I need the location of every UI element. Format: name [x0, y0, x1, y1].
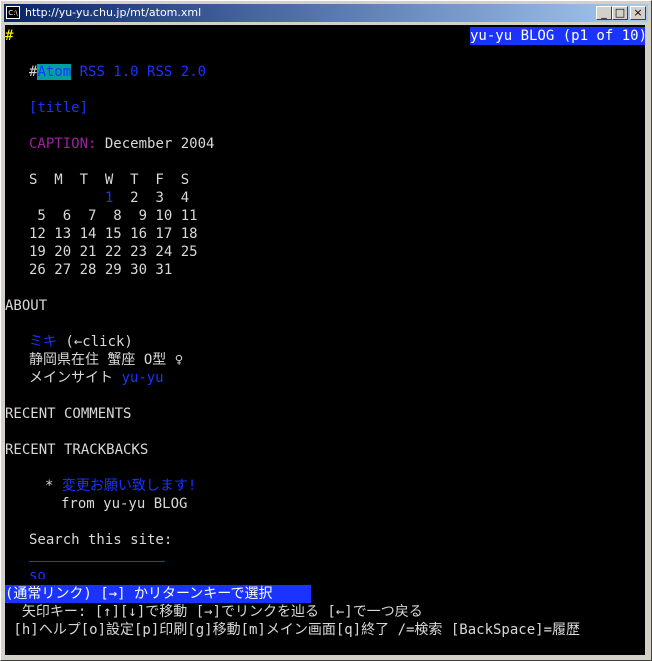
terminal-screen[interactable]: # yu-yu BLOG (p1 of 10) #Atom RSS 1.0 RS… — [5, 25, 645, 655]
search-label: Search this site: — [29, 532, 173, 548]
atom-link[interactable]: Atom — [37, 64, 72, 80]
close-button[interactable]: × — [630, 6, 646, 20]
caption-value: December 2004 — [104, 136, 215, 152]
calendar-row: 5 6 7 8 9 10 11 — [29, 208, 198, 224]
text-cursor: # — [5, 28, 14, 44]
main-site-line: メインサイト yu-yu — [29, 369, 164, 387]
title-link[interactable]: [title] — [29, 99, 88, 117]
maximize-button[interactable]: □ — [612, 6, 628, 20]
name-link[interactable]: ミキ — [29, 334, 57, 350]
search-button[interactable]: so — [29, 567, 46, 579]
caption-label: CAPTION: — [29, 136, 97, 152]
about-name-line: ミキ (←click) — [29, 333, 133, 351]
status-line: (通常リンク) [→] かリターンキーで選択 — [5, 585, 311, 603]
help-line: 矢印キー: [↑][↓]で移動 [→]でリンクを辿る [←]で一つ戻る — [5, 604, 423, 620]
main-site-link[interactable]: yu-yu — [121, 370, 163, 386]
window-title: http://yu-yu.chu.jp/mt/atom.xml — [25, 6, 202, 19]
terminal-window: C:\ http://yu-yu.chu.jp/mt/atom.xml _ □ … — [0, 0, 652, 661]
bullet: * — [45, 478, 54, 494]
calendar-row: 1 2 3 4 — [29, 189, 189, 207]
calendar-days: 2 3 4 — [113, 190, 190, 206]
about-heading: ABOUT — [5, 298, 48, 314]
search-input[interactable] — [29, 561, 165, 562]
calendar-row: 26 27 28 29 30 31 — [29, 262, 173, 278]
profile-text: 静岡県在住 蟹座 O型 ♀ — [29, 352, 184, 368]
calendar-pad — [29, 190, 105, 206]
rss2-link[interactable]: RSS 2.0 — [147, 64, 206, 80]
site-label: メインサイト — [29, 370, 122, 386]
calendar-header: S M T W T F S — [29, 172, 190, 188]
recent-comments-heading: RECENT COMMENTS — [5, 406, 132, 422]
caption-line: CAPTION: December 2004 — [29, 135, 214, 153]
help-line: [h]ヘルプ[o]設定[p]印刷[g]移動[m]メイン画面[q]終了 /=検索 … — [5, 622, 581, 638]
trackback-from: from yu-yu BLOG — [61, 496, 188, 512]
minimize-button[interactable]: _ — [596, 6, 612, 20]
name-suffix: (←click) — [57, 334, 133, 350]
calendar-row: 12 13 14 15 16 17 18 — [29, 226, 198, 242]
calendar-row: 19 20 21 22 23 24 25 — [29, 244, 198, 260]
recent-trackbacks-heading: RECENT TRACKBACKS — [5, 442, 149, 458]
trackback-link[interactable]: 変更お願い致します! — [62, 478, 196, 494]
feed-links: #Atom RSS 1.0 RSS 2.0 — [29, 63, 206, 81]
rss1-link[interactable]: RSS 1.0 — [80, 64, 139, 80]
title-bar[interactable]: C:\ http://yu-yu.chu.jp/mt/atom.xml _ □ … — [4, 4, 648, 22]
trackback-item: * 変更お願い致します! — [45, 477, 196, 495]
terminal-icon[interactable]: C:\ — [6, 6, 20, 19]
page-badge: yu-yu BLOG (p1 of 10) — [470, 27, 645, 45]
